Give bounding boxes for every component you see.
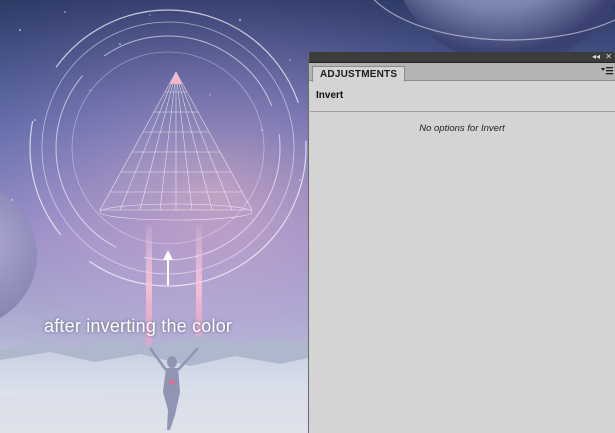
tab-adjustments[interactable]: ADJUSTMENTS bbox=[312, 66, 406, 82]
panel-menu-icon[interactable] bbox=[601, 66, 613, 76]
adjustment-name: Invert bbox=[316, 90, 344, 101]
adjustments-panel: ◂◂ ✕ ADJUSTMENTS Invert No options for I… bbox=[308, 52, 615, 433]
caption-text: after inverting the color bbox=[44, 316, 233, 336]
collapse-icon[interactable]: ◂◂ bbox=[592, 52, 600, 62]
panel-tabstrip: ADJUSTMENTS bbox=[309, 63, 615, 82]
close-icon[interactable]: ✕ bbox=[605, 52, 612, 62]
divider bbox=[310, 111, 615, 112]
no-options-message: No options for Invert bbox=[419, 123, 505, 134]
panel-titlebar[interactable]: ◂◂ ✕ bbox=[309, 52, 615, 63]
